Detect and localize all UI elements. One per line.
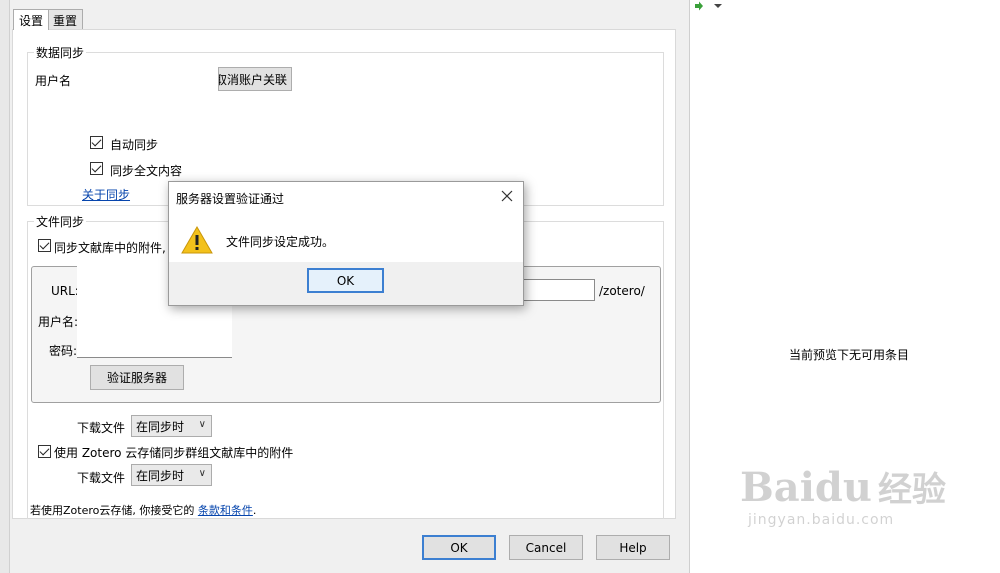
sync-attachments-checkbox[interactable] bbox=[38, 239, 51, 252]
sync-attachments-label: 同步文献库中的附件, bbox=[54, 241, 166, 255]
alert-dialog: 服务器设置验证通过 文件同步设定成功。 OK bbox=[168, 181, 524, 306]
file-sync-legend: 文件同步 bbox=[34, 213, 87, 230]
download-files-value: 在同步时 bbox=[136, 420, 185, 434]
help-label: Help bbox=[619, 540, 647, 555]
alert-body: 文件同步设定成功。 bbox=[169, 212, 523, 262]
url-suffix: /zotero/ bbox=[599, 284, 645, 298]
preview-empty-text: 当前预览下无可用条目 bbox=[789, 348, 910, 362]
verify-server-label: 验证服务器 bbox=[106, 371, 167, 385]
download-files-select[interactable]: 在同步时 ∨ bbox=[131, 415, 212, 437]
terms-prefix: 若使用Zotero云存储, 你接受它的 bbox=[30, 504, 195, 517]
about-sync-link[interactable]: 关于同步 bbox=[82, 186, 130, 203]
terms-link[interactable]: 条款和条件 bbox=[198, 504, 253, 517]
watermark-cn: 经验 bbox=[877, 470, 946, 510]
download-files-label-2: 下载文件 bbox=[77, 471, 126, 485]
chevron-down-icon: ∨ bbox=[198, 419, 206, 430]
auto-sync-checkbox[interactable] bbox=[90, 136, 103, 149]
terms-text: 若使用Zotero云存储, 你接受它的 条款和条件. bbox=[30, 502, 256, 518]
username-label: 用户名 bbox=[35, 74, 72, 88]
server-username-label: 用户名: bbox=[38, 315, 79, 329]
help-button[interactable]: Help bbox=[596, 535, 670, 560]
go-forward-icon[interactable] bbox=[694, 1, 724, 11]
alert-message: 文件同步设定成功。 bbox=[226, 235, 335, 249]
password-label: 密码: bbox=[49, 344, 78, 358]
unlink-account-button[interactable]: 取消账户关联 bbox=[218, 67, 292, 91]
alert-ok-button[interactable]: OK bbox=[307, 268, 384, 293]
verify-server-button[interactable]: 验证服务器 bbox=[90, 365, 184, 390]
warning-icon bbox=[181, 226, 213, 254]
auto-sync-label: 自动同步 bbox=[110, 138, 159, 152]
url-label: URL: bbox=[51, 284, 79, 298]
tab-settings[interactable]: 设置 bbox=[13, 9, 50, 30]
close-icon[interactable] bbox=[498, 187, 516, 205]
download-files-label: 下载文件 bbox=[77, 421, 126, 435]
watermark: Baidu 经验 jingyan.baidu.com bbox=[740, 466, 960, 556]
alert-title: 服务器设置验证通过 bbox=[176, 192, 285, 206]
tab-settings-label: 设置 bbox=[19, 14, 44, 28]
unlink-account-label: 取消账户关联 bbox=[218, 72, 287, 87]
download-files-value-2: 在同步时 bbox=[136, 469, 185, 483]
alert-footer: OK bbox=[169, 262, 523, 305]
terms-suffix: . bbox=[252, 504, 257, 517]
group-attachments-checkbox[interactable] bbox=[38, 445, 51, 458]
tab-reset-label: 重置 bbox=[53, 14, 78, 28]
watermark-brand: Baidu bbox=[740, 464, 872, 511]
watermark-url: jingyan.baidu.com bbox=[748, 512, 895, 528]
tab-reset[interactable]: 重置 bbox=[47, 9, 84, 29]
url-input[interactable] bbox=[522, 279, 595, 301]
chevron-down-icon: ∨ bbox=[198, 468, 206, 479]
download-files-select-2[interactable]: 在同步时 ∨ bbox=[131, 464, 212, 486]
sync-fulltext-label: 同步全文内容 bbox=[110, 164, 183, 178]
cancel-button[interactable]: Cancel bbox=[509, 535, 583, 560]
group-attachments-label: 使用 Zotero 云存储同步群组文献库中的附件 bbox=[54, 446, 294, 460]
alert-ok-label: OK bbox=[336, 273, 355, 288]
preview-toolbar bbox=[694, 0, 734, 12]
sync-fulltext-checkbox[interactable] bbox=[90, 162, 103, 175]
left-app-strip bbox=[0, 0, 10, 573]
ok-button[interactable]: OK bbox=[422, 535, 496, 560]
data-sync-legend: 数据同步 bbox=[34, 44, 87, 61]
cancel-label: Cancel bbox=[525, 540, 567, 555]
ok-label: OK bbox=[450, 540, 468, 555]
